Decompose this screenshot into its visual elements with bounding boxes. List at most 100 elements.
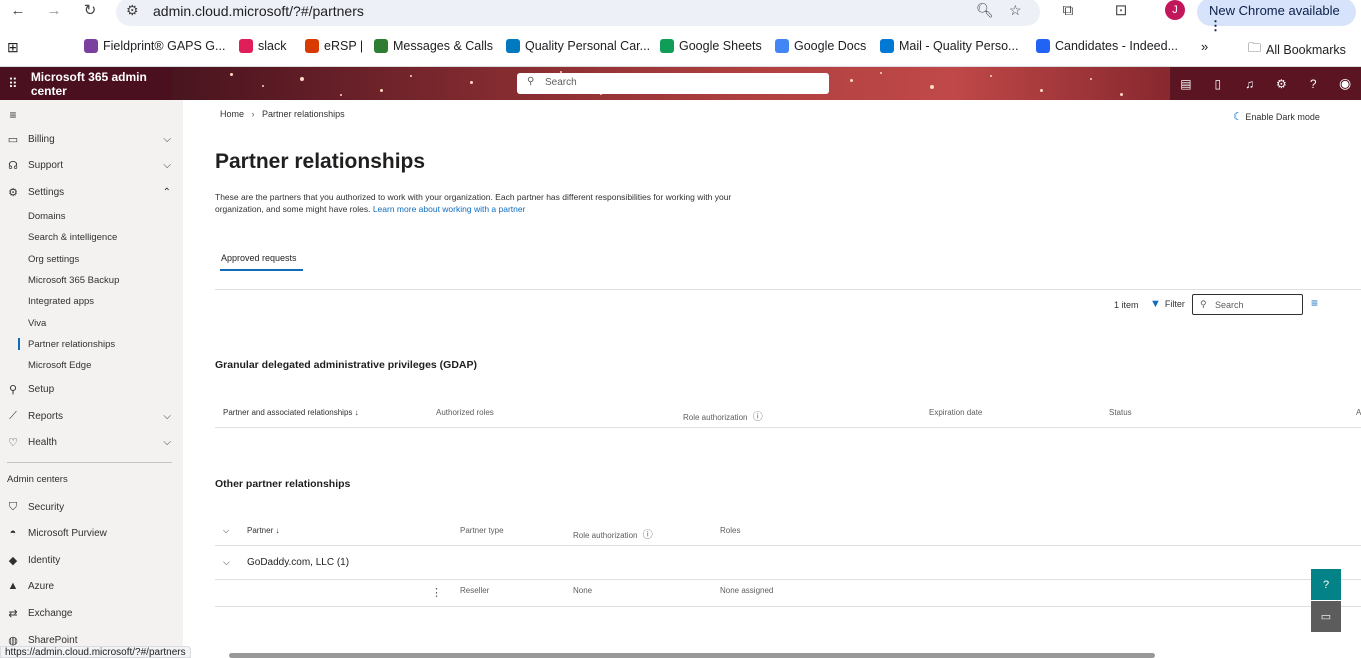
sidebar-item-health[interactable]: ♡ Health ⌵ — [0, 431, 183, 453]
extensions-icon[interactable]: ⧉ — [1057, 0, 1079, 22]
sidebar-sub-microsoft-edge[interactable]: Microsoft Edge — [28, 360, 91, 371]
ersp-icon — [305, 39, 319, 53]
bookmark-item[interactable]: eRSP | — [305, 39, 363, 53]
bookmark-item[interactable]: Quality Personal Car... — [506, 39, 650, 53]
col-status[interactable]: Status — [1109, 408, 1132, 417]
bookmarks-overflow-icon[interactable]: » — [1201, 39, 1208, 54]
admin-view-icon[interactable]: ▤ — [1170, 77, 1202, 91]
bell-icon[interactable]: ♫ — [1234, 77, 1266, 91]
bookmark-label: Messages & Calls — [393, 39, 494, 53]
col-authorized-roles[interactable]: Authorized roles — [436, 408, 494, 417]
sidebar-sub-search-intelligence[interactable]: Search & intelligence — [28, 232, 117, 243]
tab-search-icon[interactable]: ⊡ — [1110, 0, 1132, 22]
slack-icon — [239, 39, 253, 53]
col-other-role-authorization[interactable]: Role authorization ⓘ — [573, 526, 653, 541]
filter-button[interactable]: ▼ Filter — [1150, 298, 1185, 310]
breadcrumb-home[interactable]: Home — [220, 109, 244, 119]
info-icon[interactable]: ⓘ — [753, 412, 763, 423]
bookmark-item[interactable]: Google Sheets — [660, 39, 762, 53]
sidebar-sub-integrated-apps[interactable]: Integrated apps — [28, 296, 94, 307]
bookmark-star-icon[interactable]: ☆ — [1009, 2, 1022, 19]
all-bookmarks[interactable]: 🗀︎ All Bookmarks — [1248, 39, 1346, 61]
sidebar-item-reports[interactable]: ⟋ Reports ⌵ — [0, 405, 183, 427]
search-input[interactable]: ⚲ Search — [1192, 294, 1303, 315]
horizontal-scrollbar[interactable] — [229, 653, 1155, 658]
sidebar-item-support[interactable]: ☊ Support ⌵ — [0, 154, 183, 176]
sidebar-item-setup[interactable]: ⚲ Setup — [0, 378, 183, 400]
admin-centers-heading: Admin centers — [7, 474, 68, 485]
profile-avatar[interactable]: J — [1165, 0, 1185, 20]
sidebar-divider — [7, 462, 172, 463]
setup-icon: ⚲ — [8, 383, 18, 396]
sidebar-sub-viva[interactable]: Viva — [28, 318, 46, 329]
bookmark-item[interactable]: Candidates - Indeed... — [1036, 39, 1178, 53]
collapse-all-icon[interactable]: ⌵ — [223, 526, 229, 536]
help-icon[interactable]: ? — [1297, 77, 1329, 91]
header-star-decoration — [340, 94, 342, 96]
bookmark-label: eRSP | — [324, 39, 364, 53]
help-support-fab[interactable]: ? — [1311, 569, 1341, 600]
site-info-icon[interactable]: ⚙ — [126, 2, 139, 19]
sidebar-item-settings[interactable]: ⚙ Settings ⌃ — [0, 181, 183, 203]
fieldprint-icon — [84, 39, 98, 53]
sheets-icon — [660, 39, 674, 53]
chat-icon: ▭ — [1320, 611, 1332, 623]
bookmark-label: Quality Personal Car... — [525, 39, 651, 53]
col-partner-associated[interactable]: Partner and associated relationships ↓ — [223, 408, 359, 417]
m365-header: ⠿ Microsoft 365 admin center ⚲ Search ▤ … — [0, 67, 1361, 100]
view-options-icon[interactable]: ≡ — [1311, 296, 1318, 310]
zoom-icon[interactable]: 🔍︎ — [976, 2, 994, 19]
col-partner[interactable]: Partner ↓ — [247, 526, 279, 535]
support-fab-icon: ? — [1322, 578, 1330, 591]
gear-icon[interactable]: ⚙ — [1265, 77, 1297, 91]
tab-approved-requests[interactable]: Approved requests — [221, 253, 297, 263]
sidebar-sub-partner-relationships[interactable]: Partner relationships — [28, 339, 115, 350]
sidebar-item-purview[interactable]: ◓ Microsoft Purview — [0, 522, 183, 544]
bookmark-item[interactable]: Google Docs — [775, 39, 866, 53]
col-roles[interactable]: Roles — [720, 526, 740, 535]
top-search-input[interactable]: ⚲ Search — [517, 73, 829, 94]
sidebar-item-azure[interactable]: ▲ Azure — [0, 575, 183, 597]
sidebar-sub-domains[interactable]: Domains — [28, 211, 66, 222]
sidebar-sub-backup[interactable]: Microsoft 365 Backup — [28, 275, 119, 286]
reload-icon[interactable]: ↻ — [79, 0, 101, 22]
sidebar-item-exchange[interactable]: ⇄ Exchange — [0, 602, 183, 624]
header-star-decoration — [1120, 93, 1123, 96]
back-icon[interactable]: ← — [7, 0, 29, 22]
sidebar-item-security[interactable]: ⛉ Security — [0, 496, 183, 518]
sidebar-sub-org-settings[interactable]: Org settings — [28, 254, 79, 265]
status-url: https://admin.cloud.microsoft/?#/partner… — [0, 646, 191, 658]
address-bar[interactable]: ⚙ admin.cloud.microsoft/?#/partners 🔍︎ ☆ — [116, 0, 1040, 26]
new-chrome-button[interactable]: New Chrome available ⋮ — [1197, 0, 1356, 33]
sidebar-item-identity[interactable]: ◆ Identity — [0, 549, 183, 571]
row-more-icon[interactable]: ⋮ — [431, 586, 442, 599]
col-partner-type[interactable]: Partner type — [460, 526, 504, 535]
hamburger-icon[interactable]: ≡ — [7, 108, 19, 122]
brand-title[interactable]: Microsoft 365 admin center — [31, 70, 172, 98]
info-icon[interactable]: ⓘ — [643, 530, 653, 541]
col-role-authorization[interactable]: Role authorization ⓘ — [683, 408, 763, 423]
bookmark-item[interactable]: Fieldprint® GAPS G... — [84, 39, 225, 53]
apps-grid-icon[interactable]: ⊞ — [7, 39, 19, 56]
header-star-decoration — [300, 77, 304, 81]
group-chevron-down-icon[interactable]: ⌵ — [223, 557, 230, 568]
forward-icon[interactable]: → — [43, 0, 65, 22]
trello-icon — [506, 39, 520, 53]
document-icon[interactable]: ▯ — [1202, 77, 1234, 91]
bookmark-item[interactable]: slack — [239, 39, 286, 53]
group-godaddy[interactable]: GoDaddy.com, LLC (1) — [247, 557, 349, 568]
col-expiration-date[interactable]: Expiration date — [929, 408, 982, 417]
account-avatar-icon[interactable]: ◉ — [1329, 75, 1361, 92]
sidebar: ≡ ▭ Billing ⌵ ☊ Support ⌵ ⚙ Settings ⌃ D… — [0, 100, 183, 658]
dark-mode-toggle[interactable]: ☾ Enable Dark mode — [1233, 110, 1320, 123]
bookmark-item[interactable]: Messages & Calls — [374, 39, 493, 53]
sidebar-item-billing[interactable]: ▭ Billing ⌵ — [0, 128, 183, 150]
learn-more-link[interactable]: Learn more about working with a partner — [373, 204, 526, 214]
bookmark-label: Mail - Quality Perso... — [899, 39, 1019, 53]
feedback-fab[interactable]: ▭ — [1311, 601, 1341, 632]
group-rule — [215, 579, 1361, 580]
app-launcher-icon[interactable]: ⠿ — [2, 76, 24, 92]
item-count: 1 item — [1114, 300, 1139, 310]
col-truncated[interactable]: A — [1356, 408, 1361, 417]
bookmark-item[interactable]: Mail - Quality Perso... — [880, 39, 1018, 53]
